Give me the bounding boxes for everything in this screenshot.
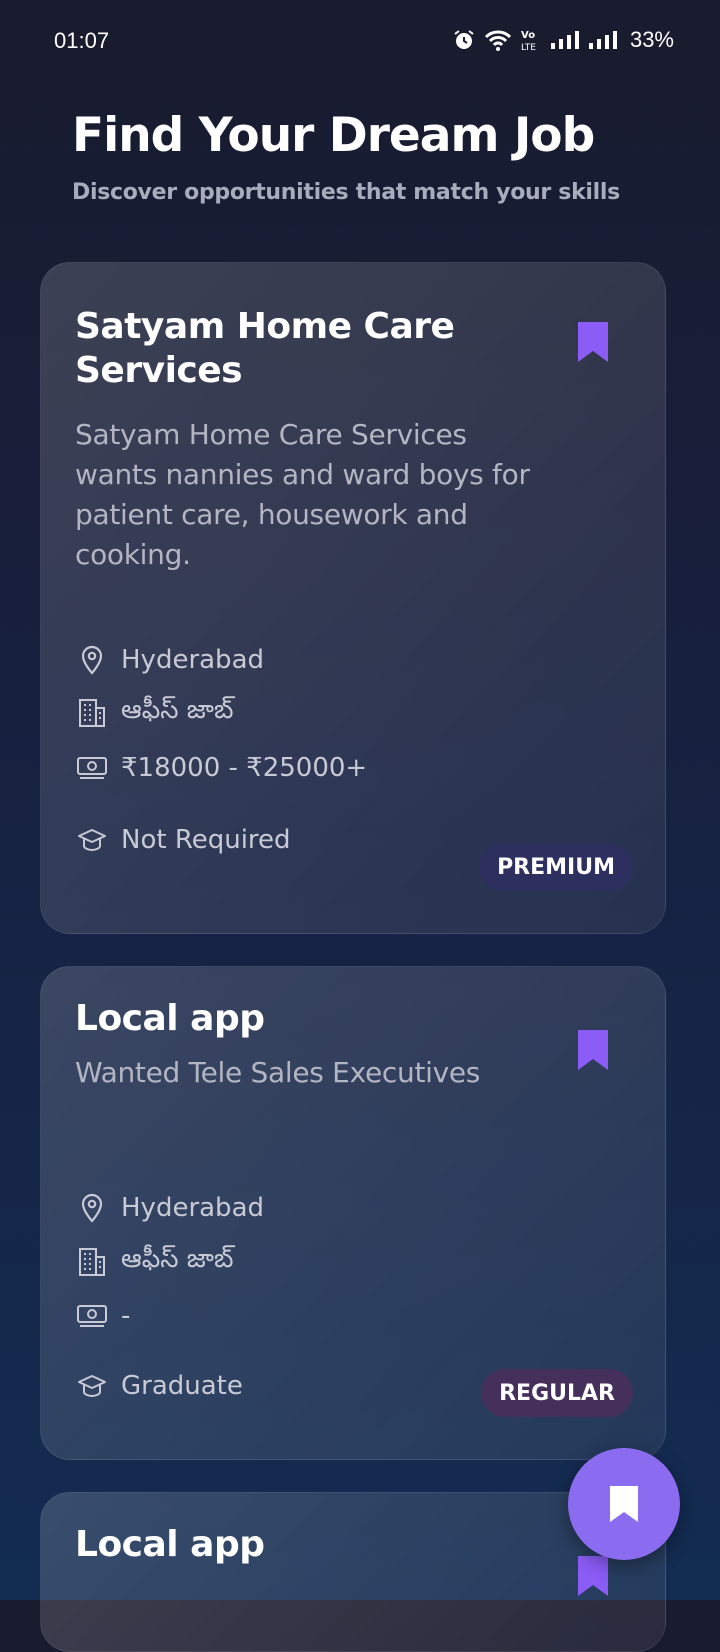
signal-icon [550, 29, 580, 51]
bookmark-button[interactable] [575, 319, 611, 365]
location-text: Hyderabad [121, 645, 264, 675]
bookmark-button[interactable] [575, 1027, 611, 1073]
page-subtitle: Discover opportunities that match your s… [72, 180, 620, 205]
job-tag-badge: REGULAR [481, 1369, 633, 1417]
bookmark-icon [610, 1486, 638, 1522]
education-text: Graduate [121, 1371, 243, 1401]
salary-text: - [121, 1301, 131, 1331]
building-icon [75, 1245, 109, 1279]
location-text: Hyderabad [121, 1193, 264, 1223]
page-title: Find Your Dream Job [72, 108, 595, 163]
location-pin-icon [75, 1191, 109, 1225]
bookmark-icon [578, 1030, 608, 1070]
wifi-icon [484, 29, 512, 51]
job-type: ఆఫీస్ జాబ్ [75, 695, 234, 730]
battery-level: 33% [629, 27, 674, 52]
graduation-cap-icon [75, 1369, 109, 1403]
job-description: Satyam Home Care Services wants nannies … [75, 418, 530, 571]
bookmark-button[interactable] [575, 1553, 611, 1599]
location-pin-icon [75, 643, 109, 677]
cash-icon [75, 1299, 109, 1333]
bookmark-icon [578, 1556, 608, 1596]
job-salary: ₹18000 - ₹25000+ [75, 751, 367, 785]
job-type-text: ఆఫీస్ జాబ్ [121, 1244, 234, 1274]
job-location: Hyderabad [75, 643, 264, 677]
svg-text:Vo: Vo [521, 30, 535, 41]
education-text: Not Required [121, 825, 291, 855]
job-title: Local app [75, 998, 265, 1039]
job-type-text: ఆఫీస్ జాబ్ [121, 695, 234, 725]
job-education: Graduate [75, 1369, 243, 1403]
job-title: Satyam Home Care Services [75, 306, 455, 391]
job-description: Wanted Tele Sales Executives [75, 1056, 481, 1089]
job-education: Not Required [75, 823, 291, 857]
job-salary: - [75, 1299, 130, 1333]
status-time: 01:07 [54, 28, 110, 53]
status-icons: Vo LTE 33% [452, 26, 674, 54]
building-icon [75, 696, 109, 730]
saved-jobs-fab[interactable] [568, 1448, 680, 1560]
salary-text: ₹18000 - ₹25000+ [121, 753, 368, 783]
svg-text:LTE: LTE [521, 43, 536, 52]
signal-icon [588, 29, 618, 51]
job-card[interactable]: Local app Wanted Tele Sales Executives H… [40, 966, 666, 1460]
alarm-icon [452, 28, 476, 52]
volte-icon: Vo LTE [520, 28, 542, 52]
graduation-cap-icon [75, 823, 109, 857]
bookmark-icon [578, 322, 608, 362]
job-location: Hyderabad [75, 1191, 264, 1225]
job-title: Local app [75, 1524, 265, 1565]
cash-icon [75, 751, 109, 785]
job-tag-badge: PREMIUM [479, 843, 633, 891]
status-bar: 01:07 Vo LTE 33% [0, 0, 720, 84]
job-type: ఆఫీస్ జాబ్ [75, 1244, 234, 1279]
job-card[interactable]: Satyam Home Care Services Satyam Home Ca… [40, 262, 666, 934]
